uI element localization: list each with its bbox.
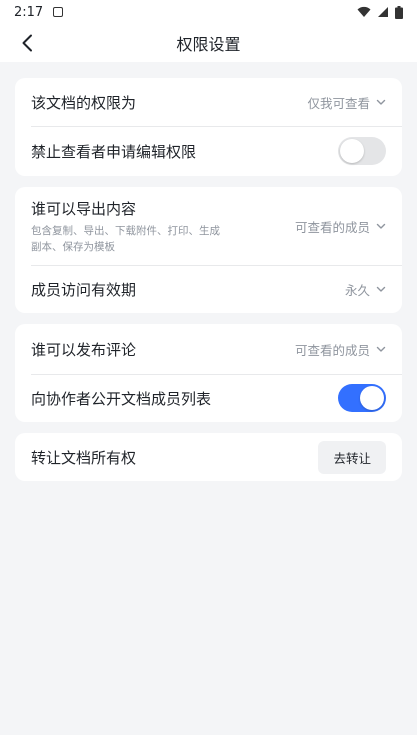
status-bar: 2:17 (0, 0, 417, 24)
row-label: 向协作者公开文档成员列表 (31, 389, 212, 408)
row-value-text: 可查看的成员 (294, 342, 370, 358)
row-forbid-edit-request: 禁止查看者申请编辑权限 (15, 126, 402, 176)
toggle-knob (360, 386, 384, 410)
wifi-icon (357, 6, 371, 17)
nav-bar: 权限设置 (0, 24, 417, 62)
comment-card: 谁可以发布评论 可查看的成员 向协作者公开文档成员列表 (15, 324, 402, 422)
transfer-button[interactable]: 去转让 (318, 440, 386, 474)
row-document-permission[interactable]: 该文档的权限为 仅我可查看 (15, 78, 402, 126)
notification-icon (53, 7, 64, 17)
row-value-text: 永久 (344, 282, 370, 298)
row-value-text: 可查看的成员 (294, 219, 370, 235)
row-label: 禁止查看者申请编辑权限 (31, 142, 197, 161)
chevron-down-icon (376, 99, 386, 105)
row-label: 该文档的权限为 (31, 93, 137, 112)
signal-icon (378, 7, 388, 17)
page-title: 权限设置 (176, 35, 241, 54)
chevron-down-icon (376, 346, 386, 352)
row-comment-permission[interactable]: 谁可以发布评论 可查看的成员 (15, 324, 402, 374)
home-indicator (0, 735, 417, 741)
row-label: 成员访问有效期 (31, 280, 137, 299)
show-member-list-toggle[interactable] (338, 384, 386, 412)
row-label: 转让文档所有权 (31, 448, 137, 467)
status-time: 2:17 (14, 4, 44, 20)
row-show-member-list: 向协作者公开文档成员列表 (15, 374, 402, 422)
row-value-text: 仅我可查看 (307, 95, 370, 111)
row-label: 谁可以导出内容 (31, 199, 137, 218)
row-text: 谁可以导出内容 包含复制、导出、下载附件、打印、生成副本、保存为模板 (31, 198, 295, 255)
row-export-content[interactable]: 谁可以导出内容 包含复制、导出、下载附件、打印、生成副本、保存为模板 可查看的成… (15, 187, 402, 265)
chevron-down-icon (376, 223, 386, 229)
permission-card: 该文档的权限为 仅我可查看 禁止查看者申请编辑权限 (15, 78, 402, 176)
battery-icon (395, 5, 403, 19)
back-button[interactable] (12, 28, 42, 58)
export-permission-select[interactable]: 可查看的成员 (295, 217, 386, 236)
settings-content: 该文档的权限为 仅我可查看 禁止查看者申请编辑权限 谁可以导出内容 包含复制、导… (0, 62, 417, 481)
row-transfer-ownership: 转让文档所有权 去转让 (15, 433, 402, 481)
toggle-knob (340, 139, 364, 163)
comment-permission-select[interactable]: 可查看的成员 (295, 340, 386, 359)
row-description: 包含复制、导出、下载附件、打印、生成副本、保存为模板 (31, 224, 220, 253)
row-label: 谁可以发布评论 (31, 340, 137, 359)
access-validity-select[interactable]: 永久 (345, 280, 386, 299)
row-access-validity[interactable]: 成员访问有效期 永久 (15, 265, 402, 313)
transfer-card: 转让文档所有权 去转让 (15, 433, 402, 481)
forbid-edit-request-toggle[interactable] (338, 137, 386, 165)
chevron-left-icon (22, 34, 32, 52)
document-permission-select[interactable]: 仅我可查看 (307, 93, 386, 112)
export-card: 谁可以导出内容 包含复制、导出、下载附件、打印、生成副本、保存为模板 可查看的成… (15, 187, 402, 313)
chevron-down-icon (376, 286, 386, 292)
